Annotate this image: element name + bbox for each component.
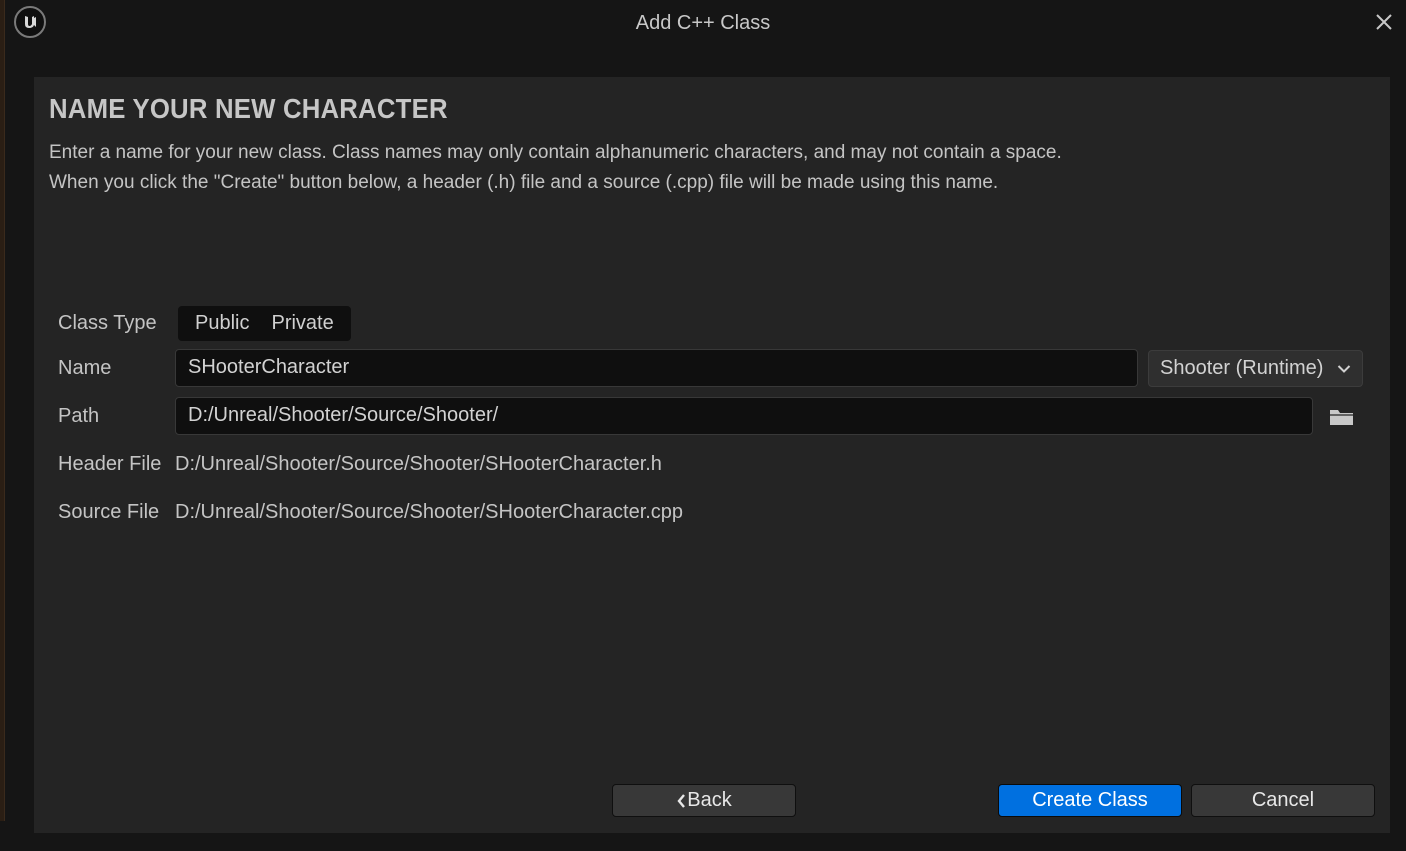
folder-icon[interactable] (1328, 405, 1356, 429)
title-bar[interactable]: Add C++ Class (0, 0, 1406, 48)
chevron-left-icon (676, 793, 686, 809)
back-button-label: Back (687, 789, 732, 811)
header-file-label: Header File (58, 453, 162, 475)
chevron-down-icon (1337, 357, 1351, 380)
create-class-button[interactable]: Create Class (998, 784, 1182, 817)
class-type-private-option[interactable]: Private (260, 312, 344, 335)
module-dropdown[interactable]: Shooter (Runtime) (1148, 350, 1363, 387)
class-name-input[interactable]: SHooterCharacter (175, 349, 1138, 387)
background-window-edge (0, 0, 5, 821)
class-type-toggle: Public Private (178, 306, 351, 341)
path-input[interactable]: D:/Unreal/Shooter/Source/Shooter/ (175, 397, 1313, 435)
close-icon[interactable] (1372, 10, 1396, 34)
description-line-1: Enter a name for your new class. Class n… (49, 142, 1062, 163)
source-file-label: Source File (58, 501, 160, 523)
module-dropdown-value: Shooter (Runtime) (1160, 357, 1324, 379)
page-title: NAME YOUR NEW CHARACTER (49, 93, 448, 124)
add-cpp-class-dialog: Add C++ Class NAME YOUR NEW CHARACTER En… (0, 0, 1406, 851)
cancel-button[interactable]: Cancel (1191, 784, 1375, 817)
path-label: Path (58, 405, 100, 427)
window-title: Add C++ Class (635, 12, 771, 34)
name-label: Name (58, 357, 112, 379)
description-line-2: When you click the "Create" button below… (49, 172, 999, 193)
header-file-path: D:/Unreal/Shooter/Source/Shooter/SHooter… (175, 453, 662, 475)
content-panel: NAME YOUR NEW CHARACTER Enter a name for… (34, 77, 1390, 833)
class-type-public-option[interactable]: Public (184, 312, 260, 335)
class-type-label: Class Type (58, 312, 157, 334)
source-file-path: D:/Unreal/Shooter/Source/Shooter/SHooter… (175, 501, 684, 523)
back-button[interactable]: Back (612, 784, 796, 817)
